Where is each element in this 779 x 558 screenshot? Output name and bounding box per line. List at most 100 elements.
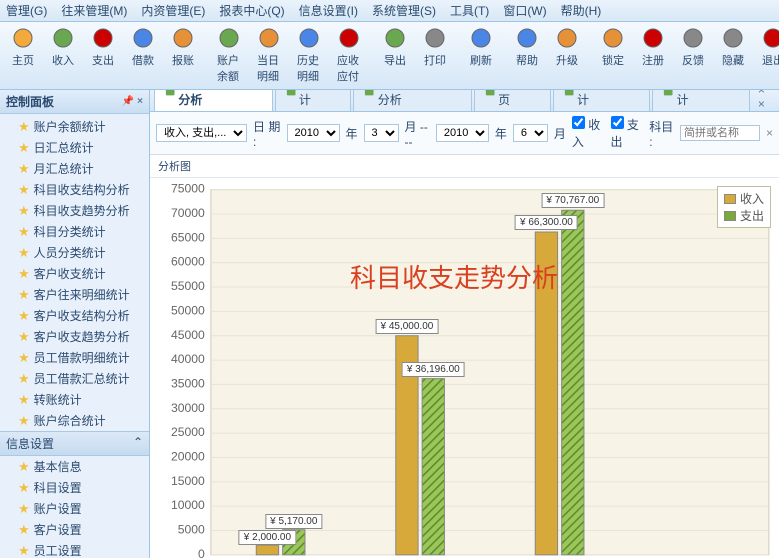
report-button[interactable]: 报账 bbox=[164, 24, 202, 87]
star-icon: ★ bbox=[18, 329, 30, 345]
sidebar-item[interactable]: ★员工借款明细统计 bbox=[0, 347, 149, 368]
month-to[interactable]: 6 bbox=[513, 124, 548, 142]
svg-text:40000: 40000 bbox=[171, 352, 205, 366]
star-icon: ★ bbox=[18, 203, 30, 219]
feedback-button[interactable]: 反馈 bbox=[674, 24, 712, 87]
year-to[interactable]: 2010 bbox=[436, 124, 489, 142]
subject-search[interactable] bbox=[680, 125, 760, 141]
refresh-button[interactable]: 刷新 bbox=[462, 24, 500, 87]
toolbar: 主页收入支出借款报账账户余额当日明细历史明细应收应付导出打印刷新帮助升级锁定注册… bbox=[0, 22, 779, 90]
tab[interactable]: 转账统计 bbox=[275, 90, 352, 111]
sidebar-item[interactable]: ★转账统计 bbox=[0, 389, 149, 410]
svg-text:35000: 35000 bbox=[171, 376, 205, 390]
chart-area: 0500010000150002000025000300003500040000… bbox=[150, 178, 779, 558]
report-icon bbox=[171, 27, 195, 51]
type-select[interactable]: 收入, 支出,... bbox=[156, 124, 247, 142]
filter-bar: 收入, 支出,... 日 期 : 2010 年 3 月 ---- 2010 年 … bbox=[150, 112, 779, 155]
sidebar-item[interactable]: ★账户余额统计 bbox=[0, 116, 149, 137]
balance-button[interactable]: 账户余额 bbox=[210, 24, 248, 87]
sidebar-item[interactable]: ★账户综合统计 bbox=[0, 410, 149, 431]
bar bbox=[256, 545, 278, 555]
tab[interactable]: 账户综合统计 bbox=[652, 90, 750, 111]
tab[interactable]: 科目收支趋势分析 bbox=[154, 90, 273, 111]
tab[interactable]: 科目收支结构分析 bbox=[353, 90, 472, 111]
export-button[interactable]: 导出 bbox=[376, 24, 414, 87]
expense-button[interactable]: 支出 bbox=[84, 24, 122, 87]
menubar[interactable]: 管理(G) 往来管理(M) 内资管理(E) 报表中心(Q) 信息设置(I) 系统管理(S)… bbox=[0, 0, 779, 22]
menu-item[interactable]: 报表中心(Q) bbox=[219, 2, 284, 19]
feedback-icon bbox=[681, 27, 705, 51]
sidebar-item[interactable]: ★月汇总统计 bbox=[0, 158, 149, 179]
tab[interactable]: 管理主页 bbox=[474, 90, 551, 111]
sidebar-item[interactable]: ★日汇总统计 bbox=[0, 137, 149, 158]
income-button[interactable]: 收入 bbox=[44, 24, 82, 87]
help-icon bbox=[515, 27, 539, 51]
year-from[interactable]: 2010 bbox=[287, 124, 340, 142]
month-from[interactable]: 3 bbox=[364, 124, 399, 142]
star-icon: ★ bbox=[18, 371, 30, 387]
hide-button[interactable]: 隐藏 bbox=[714, 24, 752, 87]
clear-icon[interactable]: × bbox=[766, 126, 773, 140]
menu-item[interactable]: 内资管理(E) bbox=[141, 2, 205, 19]
sidebar-item[interactable]: ★科目收支结构分析 bbox=[0, 179, 149, 200]
pin-icon[interactable]: 📌 × bbox=[122, 96, 143, 107]
sidebar-item[interactable]: ★科目收支趋势分析 bbox=[0, 200, 149, 221]
sidebar-item[interactable]: ★基本信息 bbox=[0, 456, 149, 477]
receivable-button[interactable]: 应收应付 bbox=[330, 24, 368, 87]
bar bbox=[422, 379, 444, 555]
help-button[interactable]: 帮助 bbox=[508, 24, 546, 87]
data-label: ¥ 2,000.00 bbox=[239, 530, 296, 545]
history-button[interactable]: 历史明细 bbox=[290, 24, 328, 87]
tab[interactable]: 历史明细统计 bbox=[553, 90, 651, 111]
register-button[interactable]: 注册 bbox=[634, 24, 672, 87]
svg-text:20000: 20000 bbox=[171, 450, 205, 464]
menu-item[interactable]: 窗口(W) bbox=[503, 2, 546, 19]
svg-text:15000: 15000 bbox=[171, 474, 205, 488]
refresh-icon bbox=[469, 27, 493, 51]
sidebar-item[interactable]: ★员工借款汇总统计 bbox=[0, 368, 149, 389]
star-icon: ★ bbox=[18, 501, 30, 517]
svg-text:70000: 70000 bbox=[171, 206, 205, 220]
tab-icon bbox=[286, 90, 296, 97]
menu-item[interactable]: 工具(T) bbox=[450, 2, 489, 19]
home-button[interactable]: 主页 bbox=[4, 24, 42, 87]
expense-checkbox[interactable]: 支出 bbox=[611, 116, 644, 150]
svg-text:60000: 60000 bbox=[171, 255, 205, 269]
tab-icon bbox=[564, 90, 574, 97]
sidebar-tree: ★账户余额统计★日汇总统计★月汇总统计★科目收支结构分析★科目收支趋势分析★科目… bbox=[0, 114, 149, 558]
svg-text:30000: 30000 bbox=[171, 401, 205, 415]
sidebar-item[interactable]: ★客户往来明细统计 bbox=[0, 284, 149, 305]
print-button[interactable]: 打印 bbox=[416, 24, 454, 87]
sidebar-item[interactable]: ★员工设置 bbox=[0, 540, 149, 558]
upgrade-button[interactable]: 升级 bbox=[548, 24, 586, 87]
sidebar-item[interactable]: ★客户收支趋势分析 bbox=[0, 326, 149, 347]
tabs-close[interactable]: × × bbox=[752, 90, 779, 111]
sidebar-item[interactable]: ★科目设置 bbox=[0, 477, 149, 498]
svg-text:0: 0 bbox=[198, 547, 205, 558]
export-icon bbox=[383, 27, 407, 51]
star-icon: ★ bbox=[18, 459, 30, 475]
income-checkbox[interactable]: 收入 bbox=[572, 116, 605, 150]
exit-button[interactable]: 退出 bbox=[754, 24, 779, 87]
star-icon: ★ bbox=[18, 287, 30, 303]
menu-item[interactable]: 帮助(H) bbox=[561, 2, 602, 19]
star-icon: ★ bbox=[18, 245, 30, 261]
sidebar-item[interactable]: ★客户收支结构分析 bbox=[0, 305, 149, 326]
menu-item[interactable]: 系统管理(S) bbox=[372, 2, 436, 19]
lock-button[interactable]: 锁定 bbox=[594, 24, 632, 87]
sidebar-item[interactable]: ★客户收支统计 bbox=[0, 263, 149, 284]
bar bbox=[535, 232, 557, 555]
star-icon: ★ bbox=[18, 308, 30, 324]
sidebar-item[interactable]: ★账户设置 bbox=[0, 498, 149, 519]
svg-text:25000: 25000 bbox=[171, 425, 205, 439]
menu-item[interactable]: 信息设置(I) bbox=[299, 2, 358, 19]
section-header[interactable]: 信息设置⌃ bbox=[0, 431, 149, 456]
star-icon: ★ bbox=[18, 480, 30, 496]
loan-button[interactable]: 借款 bbox=[124, 24, 162, 87]
sidebar-item[interactable]: ★人员分类统计 bbox=[0, 242, 149, 263]
data-label: ¥ 36,196.00 bbox=[402, 362, 465, 377]
menu-item[interactable]: 往来管理(M) bbox=[61, 2, 127, 19]
sidebar-item[interactable]: ★科目分类统计 bbox=[0, 221, 149, 242]
today-button[interactable]: 当日明细 bbox=[250, 24, 288, 87]
menu-item[interactable]: 管理(G) bbox=[6, 2, 47, 19]
